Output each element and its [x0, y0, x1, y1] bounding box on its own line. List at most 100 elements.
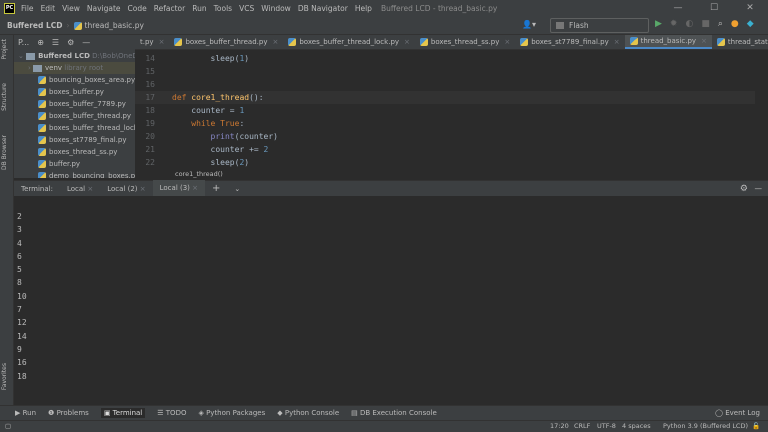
menu-run[interactable]: Run [192, 4, 206, 13]
maximize-icon[interactable]: ☐ [696, 0, 732, 17]
terminal-tab-local-3[interactable]: Local (3) × [152, 179, 206, 198]
terminal-tab-local-2[interactable]: Local (2) × [100, 181, 152, 197]
plugin-icon[interactable]: ◆ [747, 19, 754, 29]
editor-tab[interactable]: boxes_st7789_final.py × [515, 35, 624, 49]
panel-toggle-icon[interactable]: ▢ [5, 422, 11, 430]
tree-file[interactable]: bouncing_boxes_area.py [14, 74, 135, 86]
menu-vcs[interactable]: VCS [239, 4, 254, 13]
tree-root[interactable]: ⌄ Buffered LCD D:\Bob\OneDr [14, 50, 135, 62]
editor-tab[interactable]: boxes_thread_ss.py × [415, 35, 515, 49]
menu-window[interactable]: Window [261, 4, 291, 13]
tree-file[interactable]: boxes_buffer_7789.py [14, 98, 135, 110]
python-file-icon [419, 38, 428, 46]
update-icon[interactable]: ● [731, 19, 739, 29]
line-separator[interactable]: CRLF [574, 422, 590, 430]
tab-label: thread_statements.py [727, 37, 768, 46]
tool-terminal[interactable]: ▣ Terminal [100, 408, 146, 418]
menu-tools[interactable]: Tools [214, 4, 232, 13]
terminal-output[interactable]: 2 3 4 6 5 8 10 7 12 14 9 16 18 [14, 196, 768, 405]
code-editor[interactable]: 14 sleep(1) 15 16 17 def core1_thread(): … [135, 50, 768, 178]
breadcrumb-file[interactable]: thread_basic.py [85, 21, 144, 30]
debug-icon[interactable]: ✹ [670, 19, 678, 29]
close-tab-icon[interactable]: × [504, 35, 510, 49]
search-icon[interactable]: ⌕ [718, 19, 723, 29]
interpreter[interactable]: Python 3.9 (Buffered LCD) [663, 422, 748, 430]
close-tab-icon[interactable]: × [701, 35, 707, 49]
side-tab-favorites[interactable]: Favorites [1, 363, 8, 390]
python-file-icon [288, 38, 297, 46]
locate-icon[interactable]: ⊕ [37, 38, 44, 47]
encoding[interactable]: UTF-8 [597, 422, 616, 430]
terminal-line: 5 [17, 265, 22, 275]
close-tab-icon[interactable]: × [159, 35, 165, 49]
tool-todo[interactable]: ☰ TODO [157, 409, 186, 417]
minimize-icon[interactable]: — [660, 0, 696, 17]
tool-python-console[interactable]: ◆ Python Console [277, 409, 339, 417]
menu-view[interactable]: View [62, 4, 80, 13]
breadcrumb-project[interactable]: Buffered LCD [7, 21, 63, 30]
terminal-line: 3 [17, 225, 22, 235]
gear-icon[interactable]: ⚙ [740, 184, 748, 194]
collapse-icon[interactable]: ☰ [52, 38, 59, 47]
editor-tab[interactable]: boxes_buffer_thread_lock.py × [283, 35, 415, 49]
run-icon[interactable]: ▶ [655, 19, 662, 29]
folder-icon [26, 52, 36, 60]
tree-folder-venv[interactable]: › venv library root [14, 62, 135, 74]
close-tab-icon[interactable]: × [614, 35, 620, 49]
coverage-icon[interactable]: ◐ [685, 19, 693, 29]
close-tab-icon[interactable]: × [404, 35, 410, 49]
tree-file[interactable]: boxes_thread_ss.py [14, 146, 135, 158]
menu-help[interactable]: Help [355, 4, 372, 13]
file-name: bouncing_boxes_area.py [49, 76, 135, 84]
tool-db-execution-console[interactable]: ▤ DB Execution Console [351, 409, 437, 417]
menu-file[interactable]: File [21, 4, 34, 13]
close-tab-icon[interactable]: × [272, 35, 278, 49]
editor-tab[interactable]: thread_statements.py× [712, 35, 768, 49]
close-icon[interactable]: ✕ [732, 0, 768, 17]
user-icon[interactable]: 👤▾ [522, 20, 536, 29]
tree-file[interactable]: buffer.py [14, 158, 135, 170]
code-breadcrumb[interactable]: core1_thread() [175, 170, 223, 178]
hide-icon[interactable]: — [755, 184, 763, 193]
tool-run[interactable]: ▶ Run [15, 409, 36, 417]
project-view-select[interactable]: P... [18, 38, 29, 47]
event-log[interactable]: ◯ Event Log [715, 409, 760, 417]
tree-file[interactable]: boxes_st7789_final.py [14, 134, 135, 146]
tool-problems[interactable]: ❶ Problems [48, 409, 89, 417]
tree-file[interactable]: boxes_buffer.py [14, 86, 135, 98]
menu-code[interactable]: Code [128, 4, 147, 13]
stop-icon[interactable]: ■ [701, 19, 710, 29]
lock-icon[interactable]: 🔓 [752, 422, 760, 430]
terminal-line: 10 [17, 291, 27, 301]
run-config-select[interactable]: Flash thread_basic.py ▼ [550, 18, 649, 43]
hide-icon[interactable]: — [82, 38, 90, 47]
editor-tab[interactable]: thread_basic.py × [624, 35, 712, 49]
menu-refactor[interactable]: Refactor [154, 4, 185, 13]
gear-icon[interactable]: ⚙ [67, 38, 74, 47]
tool-python-packages[interactable]: ◈ Python Packages [198, 409, 265, 417]
editor-tab[interactable]: t.py × [135, 35, 169, 49]
window-title: Buffered LCD - thread_basic.py [380, 4, 498, 13]
tool-window-bar: ▶ Run ❶ Problems ▣ Terminal ☰ TODO ◈ Pyt… [0, 405, 768, 420]
terminal-line: 18 [17, 371, 27, 381]
side-tab-structure[interactable]: Structure [1, 83, 8, 111]
new-terminal-icon[interactable]: + [205, 181, 227, 197]
caret-position[interactable]: 17:20 [550, 422, 569, 430]
tree-file[interactable]: boxes_buffer_thread.py [14, 110, 135, 122]
tree-file[interactable]: demo_bouncing_boxes.py [14, 170, 135, 178]
menu-navigate[interactable]: Navigate [87, 4, 121, 13]
terminal-tab-local[interactable]: Local × [60, 181, 100, 197]
file-name: demo_bouncing_boxes.py [49, 172, 135, 178]
terminal-line: 16 [17, 358, 27, 368]
menu-db-navigator[interactable]: DB Navigator [298, 4, 348, 13]
side-tab-project[interactable]: Project [1, 39, 8, 60]
chevron-down-icon[interactable]: ⌄ [227, 181, 247, 197]
navigation-bar: Buffered LCD › thread_basic.py 👤▾ Flash … [0, 17, 768, 43]
side-tab-db-browser[interactable]: DB Browser [1, 135, 8, 170]
tree-file[interactable]: boxes_buffer_thread_lock.py [14, 122, 135, 134]
project-panel: P... ⊕ ☰ ⚙ — ⌄ Buffered LCD D:\Bob\OneDr… [14, 35, 135, 178]
indent[interactable]: 4 spaces [622, 422, 651, 430]
editor-tab[interactable]: boxes_buffer_thread.py × [169, 35, 283, 49]
menu-edit[interactable]: Edit [41, 4, 56, 13]
terminal-line: 9 [17, 344, 22, 354]
